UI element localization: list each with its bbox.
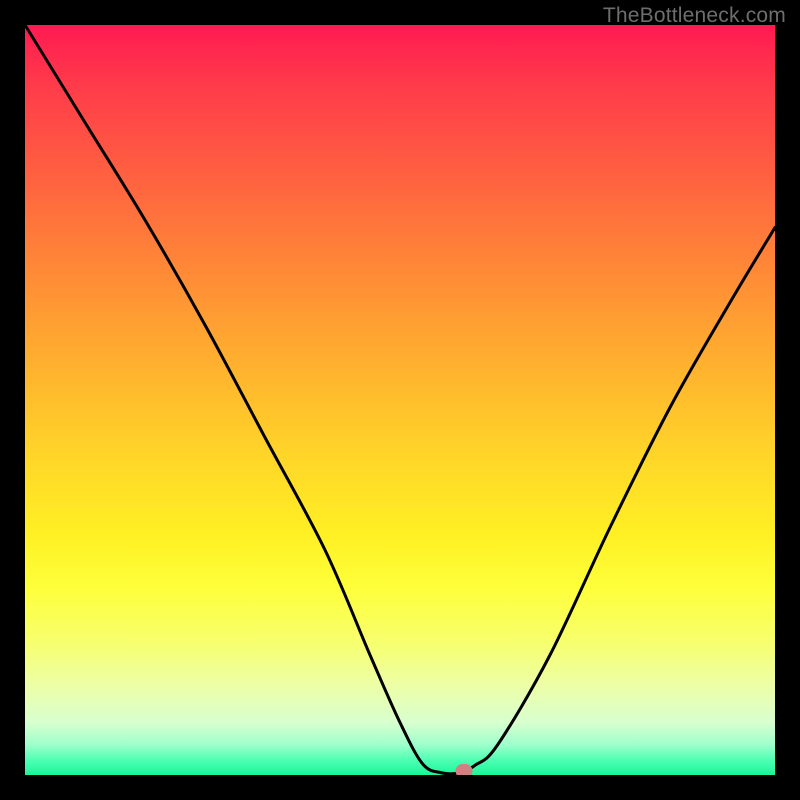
chart-frame: TheBottleneck.com xyxy=(0,0,800,800)
curve-layer xyxy=(25,25,775,775)
bottleneck-curve xyxy=(25,25,775,774)
plot-area xyxy=(25,25,775,775)
watermark-text: TheBottleneck.com xyxy=(603,4,786,28)
optimal-point-marker xyxy=(455,764,472,776)
